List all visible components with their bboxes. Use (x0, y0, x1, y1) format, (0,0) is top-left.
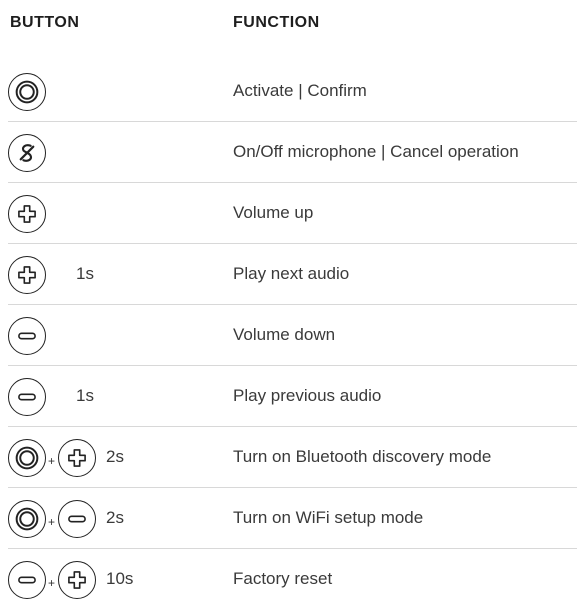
volume-down-button-icon (58, 500, 96, 538)
table-row: + 2s Turn on Bluetooth discovery mode (8, 427, 577, 488)
volume-down-button-icon (8, 378, 46, 416)
action-button-icon (8, 73, 46, 111)
plus-sign: + (48, 515, 56, 529)
function-label: Play next audio (233, 264, 350, 283)
button-combo: + 2s (8, 488, 228, 549)
volume-up-button-icon (58, 561, 96, 599)
function-label: Activate | Confirm (233, 81, 367, 100)
table-row: 1s Play previous audio (8, 366, 577, 427)
function-label: On/Off microphone | Cancel operation (233, 142, 519, 161)
mic-off-button-icon (8, 134, 46, 172)
plus-sign: + (48, 576, 56, 590)
action-button-icon (8, 439, 46, 477)
button-combo (8, 305, 228, 366)
plus-sign: + (48, 454, 56, 468)
table-row: Volume down (8, 305, 577, 366)
volume-up-button-icon (8, 195, 46, 233)
volume-up-button-icon (8, 256, 46, 294)
table-row: + 10s Factory reset (8, 549, 577, 610)
volume-down-button-icon (8, 561, 46, 599)
table-row: On/Off microphone | Cancel operation (8, 122, 577, 183)
button-combo (8, 122, 228, 183)
button-combo: 1s (8, 244, 228, 305)
function-label: Turn on Bluetooth discovery mode (233, 447, 492, 466)
function-label: Volume down (233, 325, 336, 344)
hold-duration: 1s (76, 264, 94, 283)
button-combo (8, 61, 228, 122)
hold-duration: 10s (106, 569, 134, 588)
button-combo (8, 183, 228, 244)
hold-duration: 1s (76, 386, 94, 405)
volume-up-button-icon (58, 439, 96, 477)
function-label: Factory reset (233, 569, 333, 588)
hold-duration: 2s (106, 508, 124, 527)
table-row: Volume up (8, 183, 577, 244)
function-label: Play previous audio (233, 386, 382, 405)
hold-duration: 2s (106, 447, 124, 466)
volume-down-button-icon (8, 317, 46, 355)
function-label: Turn on WiFi setup mode (233, 508, 424, 527)
header-button: BUTTON (10, 14, 80, 31)
table-row: Activate | Confirm (8, 61, 577, 122)
button-combo: + 10s (8, 549, 228, 610)
button-combo: 1s (8, 366, 228, 427)
button-combo: + 2s (8, 427, 228, 488)
action-button-icon (8, 500, 46, 538)
table-row: 1s Play next audio (8, 244, 577, 305)
function-label: Volume up (233, 203, 314, 222)
header-function: FUNCTION (233, 14, 320, 31)
table-row: + 2s Turn on WiFi setup mode (8, 488, 577, 549)
